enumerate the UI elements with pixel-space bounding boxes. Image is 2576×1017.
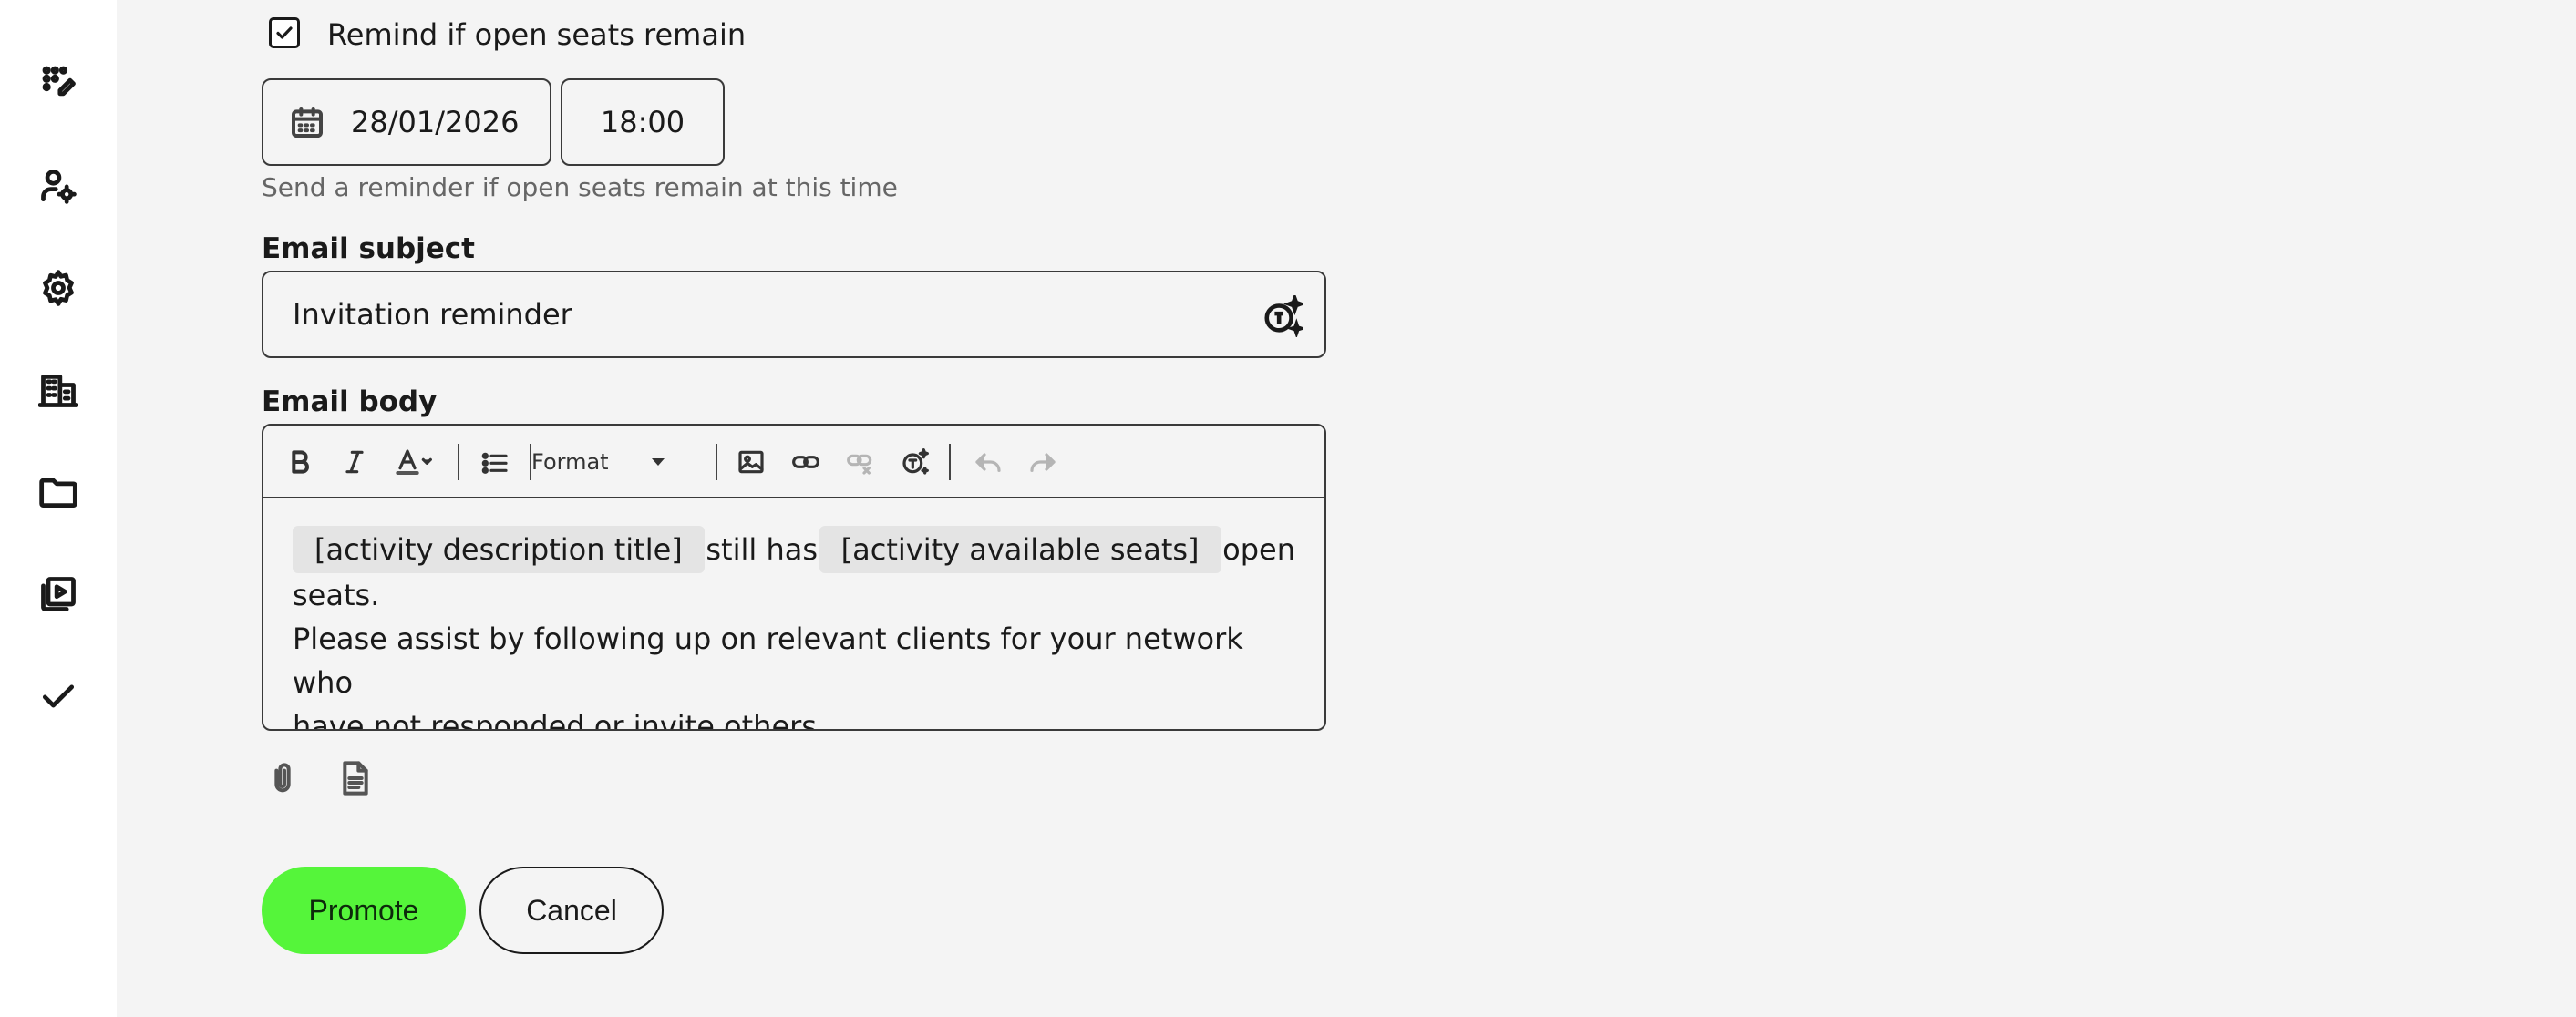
italic-icon <box>345 450 364 474</box>
main-content: Remind if open seats remain 28/01/2026 1… <box>117 0 2576 1017</box>
bold-icon <box>292 450 309 474</box>
email-subject-label: Email subject <box>262 232 475 265</box>
video-library-icon[interactable] <box>36 572 80 616</box>
cancel-button[interactable]: Cancel <box>479 867 664 954</box>
editor-line: [activity description title] still has [… <box>293 526 1295 573</box>
check-icon <box>276 26 293 39</box>
insert-ai-text-button[interactable] <box>897 444 933 480</box>
folder-icon[interactable] <box>36 470 80 514</box>
remind-checkbox-label: Remind if open seats remain <box>327 17 747 52</box>
redo-button[interactable] <box>1025 444 1061 480</box>
email-subject-value: Invitation reminder <box>293 297 572 332</box>
template-document-button[interactable] <box>335 758 376 798</box>
time-value: 18:00 <box>600 105 685 139</box>
body-text: open <box>1222 532 1295 567</box>
ai-text-sparkle-icon[interactable] <box>1261 294 1304 338</box>
placeholder-chip[interactable]: [activity available seats] <box>819 526 1221 573</box>
editor-toolbar: Format <box>263 426 1324 498</box>
toolbar-divider <box>949 444 951 480</box>
dial-pad-edit-icon[interactable] <box>36 60 80 104</box>
body-text: have not responded or invite others. <box>293 709 827 731</box>
toolbar-divider <box>716 444 717 480</box>
body-text: still has <box>706 532 818 567</box>
email-subject-input[interactable]: Invitation reminder <box>262 271 1326 358</box>
checkmark-icon[interactable] <box>36 674 80 718</box>
document-icon <box>343 761 368 796</box>
toolbar-divider <box>458 444 459 480</box>
bulleted-list-button[interactable] <box>477 444 513 480</box>
paperclip-icon <box>274 763 291 793</box>
image-icon <box>738 450 764 474</box>
reminder-hint: Send a reminder if open seats remain at … <box>262 172 898 202</box>
attachment-button[interactable] <box>263 758 303 798</box>
calendar-icon[interactable] <box>289 104 325 140</box>
insert-image-button[interactable] <box>733 444 769 480</box>
body-text: seats. <box>293 578 380 612</box>
editor-content[interactable]: [activity description title] still has [… <box>293 526 1295 731</box>
format-dropdown[interactable]: Format <box>513 444 665 480</box>
bold-button[interactable] <box>282 444 318 480</box>
undo-icon <box>975 453 1001 472</box>
italic-button[interactable] <box>336 444 373 480</box>
remind-checkbox[interactable] <box>269 17 300 48</box>
undo-button[interactable] <box>970 444 1006 480</box>
chevron-down-icon <box>652 458 665 466</box>
promote-button[interactable]: Promote <box>262 867 466 954</box>
body-text: Please assist by following up on relevan… <box>293 622 1243 700</box>
unlink-icon <box>847 454 872 475</box>
sidebar <box>0 0 117 1017</box>
gear-icon[interactable] <box>36 266 80 310</box>
link-icon <box>792 456 819 468</box>
email-body-editor[interactable]: Format [activity description title] stil… <box>262 424 1326 731</box>
insert-link-button[interactable] <box>788 444 824 480</box>
user-settings-icon[interactable] <box>36 164 80 208</box>
redo-icon <box>1030 453 1056 472</box>
format-dropdown-label: Format <box>531 449 609 475</box>
text-color-button[interactable] <box>389 444 440 480</box>
date-picker-field[interactable]: 28/01/2026 <box>262 78 551 166</box>
email-body-label: Email body <box>262 385 438 418</box>
bulleted-list-icon <box>481 452 508 474</box>
unlink-button[interactable] <box>842 444 879 480</box>
date-value: 28/01/2026 <box>351 105 520 139</box>
time-field[interactable]: 18:00 <box>561 78 725 166</box>
building-icon[interactable] <box>36 368 80 412</box>
text-color-icon <box>396 449 432 475</box>
ai-text-sparkle-icon <box>902 448 929 475</box>
placeholder-chip[interactable]: [activity description title] <box>293 526 705 573</box>
